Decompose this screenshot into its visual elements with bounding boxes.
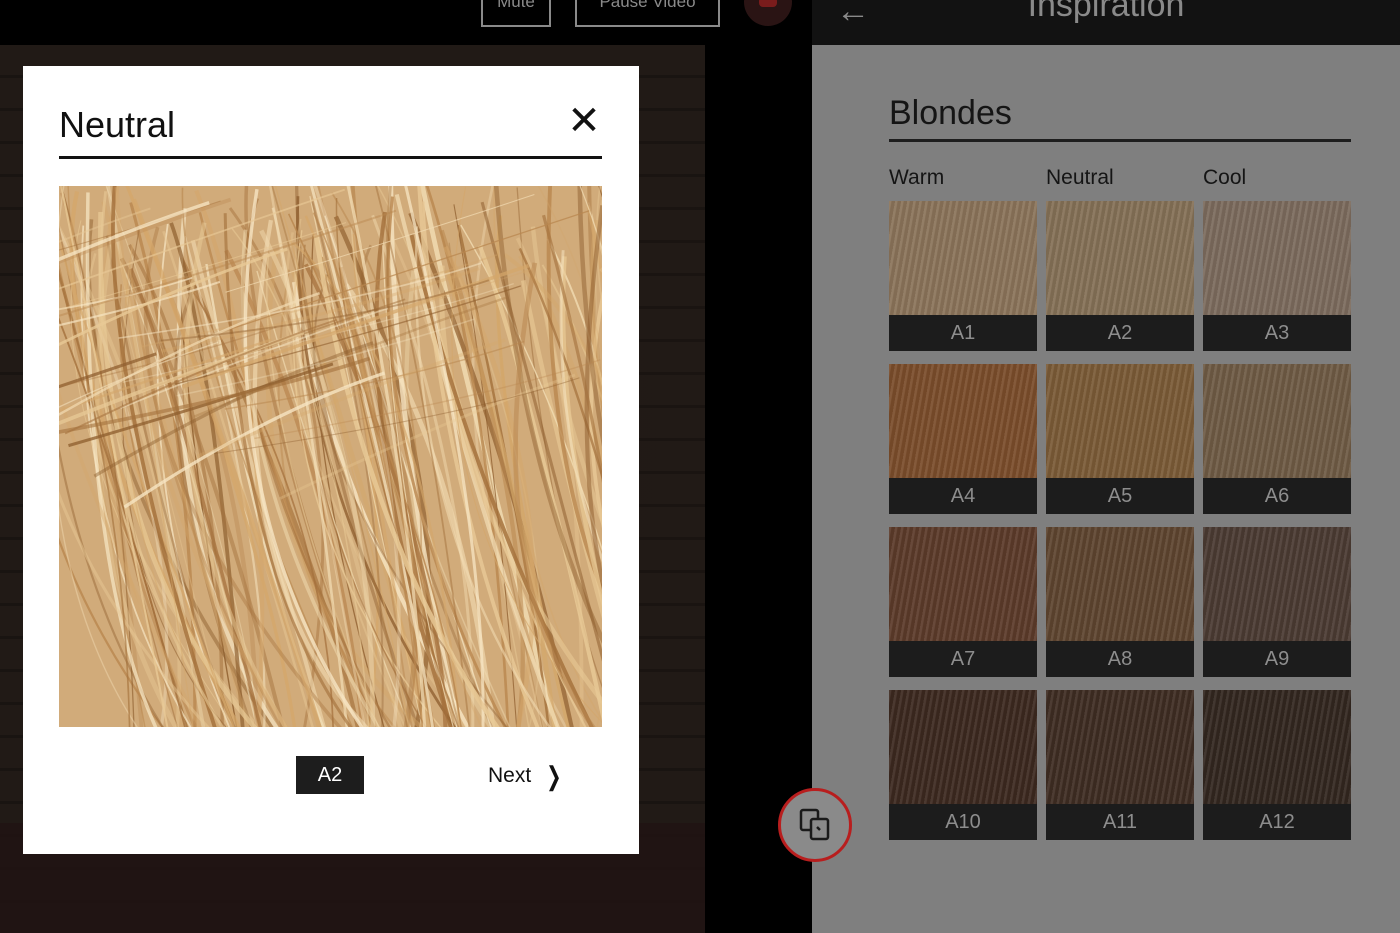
phone-icon [759, 0, 777, 7]
swatch-a6[interactable]: A6 [1203, 364, 1351, 514]
swatch-image [1203, 364, 1351, 478]
swatch-image [1203, 201, 1351, 315]
swatch-label: A7 [889, 641, 1037, 677]
swatch-image [1203, 527, 1351, 641]
header-title: Inspiration [1027, 0, 1185, 24]
selected-shade-badge: A2 [296, 756, 364, 794]
inspiration-panel: ← Inspiration Blondes Warm Neutral Cool … [812, 0, 1400, 933]
section-title: Blondes [889, 94, 1012, 132]
app-root: Mute Pause Video ← Inspiration Blondes W… [0, 0, 1400, 933]
swatch-label: A6 [1203, 478, 1351, 514]
swatch-image [1203, 690, 1351, 804]
swatch-label: A10 [889, 804, 1037, 840]
pause-video-button[interactable]: Pause Video [575, 0, 720, 27]
swatch-image [889, 690, 1037, 804]
swatch-image [889, 201, 1037, 315]
swatch-label: A4 [889, 478, 1037, 514]
column-label-neutral: Neutral [1046, 166, 1114, 189]
swatch-label: A9 [1203, 641, 1351, 677]
swatch-label: A8 [1046, 641, 1194, 677]
swatch-a3[interactable]: A3 [1203, 201, 1351, 351]
swatch-a10[interactable]: A10 [889, 690, 1037, 840]
swatch-a1[interactable]: A1 [889, 201, 1037, 351]
swatch-a11[interactable]: A11 [1046, 690, 1194, 840]
next-label: Next [488, 764, 532, 787]
modal-title: Neutral [59, 104, 176, 145]
column-label-warm: Warm [889, 166, 945, 189]
swatch-label: A11 [1046, 804, 1194, 840]
next-button[interactable]: Next ❯ [488, 763, 565, 789]
swatch-image [889, 364, 1037, 478]
inspiration-header: ← Inspiration [812, 0, 1400, 45]
swatch-label: A2 [1046, 315, 1194, 351]
mute-button[interactable]: Mute [481, 0, 551, 27]
shade-detail-modal: Neutral ✕ A2 Next ❯ [23, 66, 639, 854]
close-icon[interactable]: ✕ [567, 101, 601, 141]
swatch-label: A5 [1046, 478, 1194, 514]
swatch-label: A12 [1203, 804, 1351, 840]
swatch-label: A3 [1203, 315, 1351, 351]
swatch-image [1046, 527, 1194, 641]
column-label-cool: Cool [1203, 166, 1247, 189]
swatch-image [1046, 201, 1194, 315]
swatch-a7[interactable]: A7 [889, 527, 1037, 677]
swatch-a2[interactable]: A2 [1046, 201, 1194, 351]
hair-shade-image [59, 186, 602, 727]
swatch-a4[interactable]: A4 [889, 364, 1037, 514]
compare-button[interactable] [778, 788, 852, 862]
modal-divider [59, 156, 602, 159]
chevron-right-icon: ❯ [546, 761, 562, 791]
swatch-image [889, 527, 1037, 641]
end-call-button[interactable] [744, 0, 792, 26]
compare-icon [799, 808, 830, 841]
swatch-a12[interactable]: A12 [1203, 690, 1351, 840]
swatch-a8[interactable]: A8 [1046, 527, 1194, 677]
swatch-a9[interactable]: A9 [1203, 527, 1351, 677]
swatch-image [1046, 364, 1194, 478]
swatch-image [1046, 690, 1194, 804]
section-divider [889, 139, 1351, 142]
swatch-a5[interactable]: A5 [1046, 364, 1194, 514]
swatch-label: A1 [889, 315, 1037, 351]
